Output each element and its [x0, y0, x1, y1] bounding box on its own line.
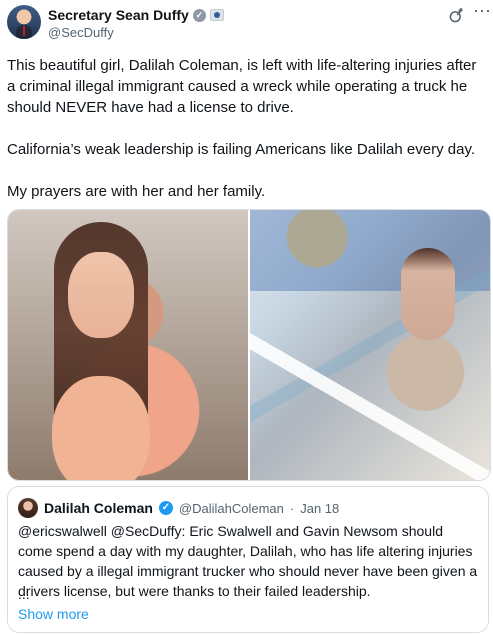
more-options-icon[interactable]: ⋯: [473, 2, 491, 20]
tweet-card: Secretary Sean Duffy ✓ @SecDuffy ⋯ This …: [0, 0, 493, 635]
media-grid: [7, 209, 491, 481]
government-badge-icon: [209, 9, 224, 21]
author-display-name[interactable]: Secretary Sean Duffy: [48, 6, 189, 24]
quoted-post-text: @ericswalwell @SecDuffy: Eric Swalwell a…: [18, 521, 480, 601]
author-handle[interactable]: @SecDuffy: [48, 25, 114, 41]
quoted-post-date[interactable]: Jan 18: [300, 501, 339, 516]
tweet-paragraph-1: This beautiful girl, Dalilah Coleman, is…: [7, 57, 477, 116]
quoted-post-card[interactable]: Dalilah Coleman ✓ @DalilahColeman · Jan …: [7, 486, 489, 633]
author-avatar[interactable]: [7, 5, 41, 39]
tweet-text: This beautiful girl, Dalilah Coleman, is…: [7, 55, 482, 223]
tweet-paragraph-2: California’s weak leadership is failing …: [7, 141, 475, 158]
grok-icon[interactable]: [447, 7, 465, 25]
quoted-author-name[interactable]: Dalilah Coleman: [44, 500, 153, 516]
quoted-post-body: @ericswalwell @SecDuffy: Eric Swalwell a…: [18, 523, 478, 599]
verified-icon: ✓: [158, 501, 173, 515]
quoted-author-avatar[interactable]: [18, 498, 38, 518]
separator-dot: ·: [289, 500, 295, 516]
author-name-row: Secretary Sean Duffy ✓: [48, 6, 224, 24]
tweet-paragraph-3: My prayers are with her and her family.: [7, 183, 266, 200]
show-more-link[interactable]: Show more: [18, 606, 89, 622]
quoted-author-handle[interactable]: @DalilahColeman: [179, 501, 284, 516]
quoted-post-header: Dalilah Coleman ✓ @DalilahColeman · Jan …: [18, 498, 339, 518]
verified-badge-icon: ✓: [192, 8, 206, 22]
quoted-post-ellipsis: ...: [18, 586, 30, 602]
girl-portrait-photo[interactable]: [8, 210, 248, 480]
hospital-bed-photo[interactable]: [250, 210, 490, 480]
